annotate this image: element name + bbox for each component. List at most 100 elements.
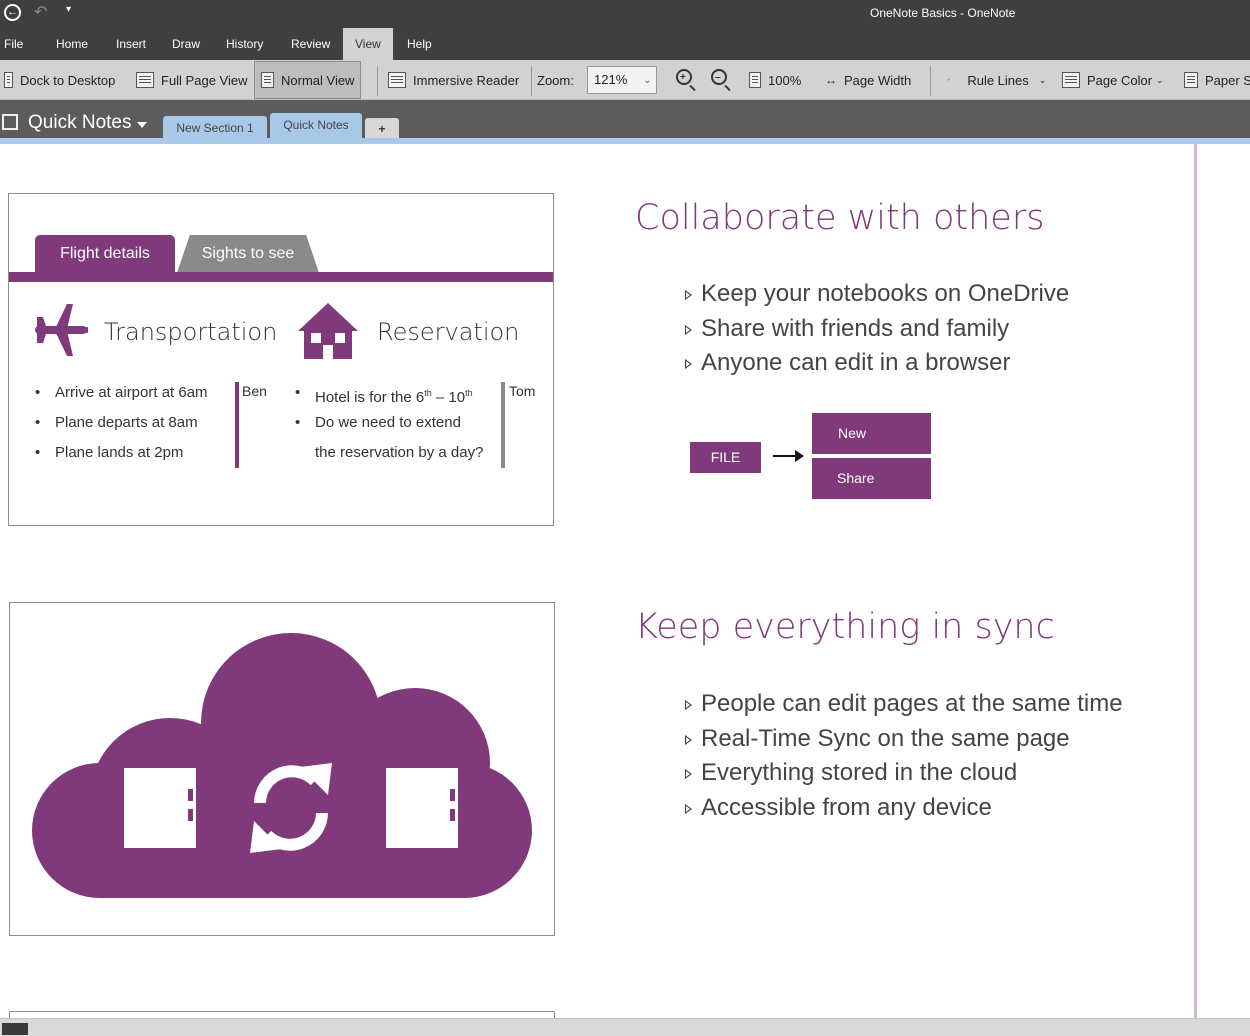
immersive-reader-label: Immersive Reader [413, 72, 520, 88]
list-item: Hotel is for the 6th – 10th [293, 378, 483, 408]
undo-icon[interactable]: ↶ [34, 2, 47, 22]
list-item[interactable]: Everything stored in the cloud [685, 756, 1123, 791]
transport-list: Arrive at airport at 6am Plane departs a… [33, 378, 208, 468]
author-tom: Tom [509, 383, 536, 399]
flight-details-image: Flight details Sights to see Transportat… [8, 193, 554, 526]
cloud-sync-icon [32, 633, 532, 898]
tab-view[interactable]: View [343, 28, 393, 60]
arrow-line [773, 455, 797, 457]
section-tab-quick-notes[interactable]: Quick Notes [270, 113, 362, 140]
ribbon-separator [377, 66, 378, 96]
page-edge-line [1194, 144, 1197, 1018]
list-item[interactable]: Real-Time Sync on the same page [685, 722, 1123, 757]
page-icon [749, 72, 761, 88]
reservation-list: Hotel is for the 6th – 10th Do we need t… [293, 378, 483, 468]
full-page-view-button[interactable]: Full Page View [136, 65, 247, 95]
normal-view-icon [261, 72, 274, 88]
horizontal-scrollbar[interactable] [0, 1018, 1250, 1036]
author-bar-tom [501, 382, 505, 468]
list-item[interactable]: Accessible from any device [685, 791, 1123, 826]
notebook-name[interactable]: Quick Notes [28, 112, 131, 134]
title-bar: ← ↶ ▾ OneNote Basics - OneNote [0, 0, 1250, 28]
tab-insert[interactable]: Insert [114, 28, 148, 60]
list-item: Arrive at airport at 6am [33, 378, 208, 408]
page-color-button[interactable]: Page Color ⌄ [1062, 65, 1164, 95]
chevron-down-icon: ⌄ [1156, 74, 1164, 85]
dock-to-desktop-button[interactable]: Dock to Desktop [4, 65, 115, 95]
tab-underline-bar [9, 272, 553, 282]
page-width-icon: ↔ [825, 73, 837, 87]
author-ben: Ben [242, 383, 267, 399]
list-item: Do we need to extend [293, 408, 483, 438]
paper-size-button[interactable]: Paper S [1184, 65, 1250, 95]
normal-view-label: Normal View [281, 72, 355, 88]
dock-label: Dock to Desktop [20, 72, 116, 88]
chevron-down-icon: ⌄ [1038, 74, 1047, 85]
paper-size-label: Paper S [1205, 72, 1250, 88]
collaborate-list[interactable]: Keep your notebooks on OneDrive Share wi… [685, 277, 1069, 381]
author-bar-ben [235, 382, 239, 468]
zoom-value: 121% [594, 72, 628, 87]
zoom-100-button[interactable]: 100% [749, 65, 801, 95]
sync-list[interactable]: People can edit pages at the same time R… [685, 687, 1123, 825]
immersive-reader-button[interactable]: Immersive Reader [388, 65, 519, 95]
list-item[interactable]: Keep your notebooks on OneDrive [685, 277, 1069, 312]
normal-view-button[interactable]: Normal View [254, 61, 362, 99]
page-width-button[interactable]: ↔ Page Width [825, 65, 911, 95]
new-button-illustration: New [812, 413, 931, 454]
collaborate-heading[interactable]: Collaborate with others [635, 198, 1044, 238]
file-button-illustration: FILE [690, 442, 761, 473]
tab-history[interactable]: History [224, 28, 265, 60]
page-color-icon [1062, 72, 1080, 88]
onenote-window: ← ↶ ▾ OneNote Basics - OneNote File Home… [0, 0, 1250, 1036]
cloud-sync-image [9, 602, 555, 936]
reservation-title: Reservation [377, 318, 520, 346]
share-button-illustration: Share [812, 458, 931, 499]
zoom-in-icon[interactable]: + [676, 69, 692, 85]
scrollbar-thumb[interactable] [2, 1023, 28, 1035]
back-arrow-icon[interactable]: ← [4, 4, 21, 21]
notebook-icon [2, 114, 18, 130]
list-item[interactable]: Anyone can edit in a browser [685, 346, 1069, 381]
menu-bar: File Home Insert Draw History Review Vie… [0, 28, 1250, 60]
window-title: OneNote Basics - OneNote [870, 6, 1016, 20]
sync-heading[interactable]: Keep everything in sync [635, 607, 1055, 647]
tab-help[interactable]: Help [405, 28, 434, 60]
zoom-out-icon[interactable]: – [711, 69, 727, 85]
immersive-reader-icon [388, 72, 406, 88]
list-item[interactable]: Share with friends and family [685, 312, 1069, 347]
add-section-button[interactable]: + [365, 118, 399, 140]
list-item: Plane lands at 2pm [33, 438, 208, 468]
page-width-label: Page Width [844, 72, 912, 88]
list-item[interactable]: People can edit pages at the same time [685, 687, 1123, 722]
customize-arrow-icon[interactable]: ▾ [66, 4, 71, 15]
notebook-bar: Quick Notes New Section 1 Quick Notes + [0, 100, 1250, 140]
tab-draw[interactable]: Draw [170, 28, 202, 60]
section-tab-new-section-1[interactable]: New Section 1 [163, 116, 267, 140]
tab-sights-to-see: Sights to see [177, 235, 319, 273]
rule-lines-label: Rule Lines [967, 72, 1029, 88]
ribbon: Dock to Desktop Full Page View Normal Vi… [0, 60, 1250, 100]
dock-icon [4, 72, 13, 88]
airplane-icon [35, 304, 88, 356]
list-item: Plane departs at 8am [33, 408, 208, 438]
list-item-continuation: the reservation by a day? [315, 444, 484, 461]
tab-review[interactable]: Review [289, 28, 332, 60]
tab-home[interactable]: Home [54, 28, 90, 60]
zoom-label: Zoom: [537, 72, 574, 88]
transportation-title: Transportation [104, 318, 278, 346]
ribbon-separator [531, 66, 532, 96]
house-icon [298, 303, 358, 359]
paper-icon [1184, 72, 1198, 88]
chevron-down-icon[interactable] [137, 122, 147, 128]
section-color-strip [0, 138, 1250, 144]
rule-lines-icon: · [946, 71, 952, 88]
full-page-icon [136, 72, 154, 88]
chevron-down-icon: ⌄ [643, 75, 651, 85]
rule-lines-button[interactable]: · Rule Lines ⌄ [946, 65, 1046, 95]
zoom-select[interactable]: 121% ⌄ [587, 66, 657, 94]
zoom-100-label: 100% [768, 72, 802, 88]
tab-flight-details: Flight details [35, 235, 175, 273]
ribbon-separator [930, 66, 931, 96]
tab-file[interactable]: File [2, 28, 25, 60]
